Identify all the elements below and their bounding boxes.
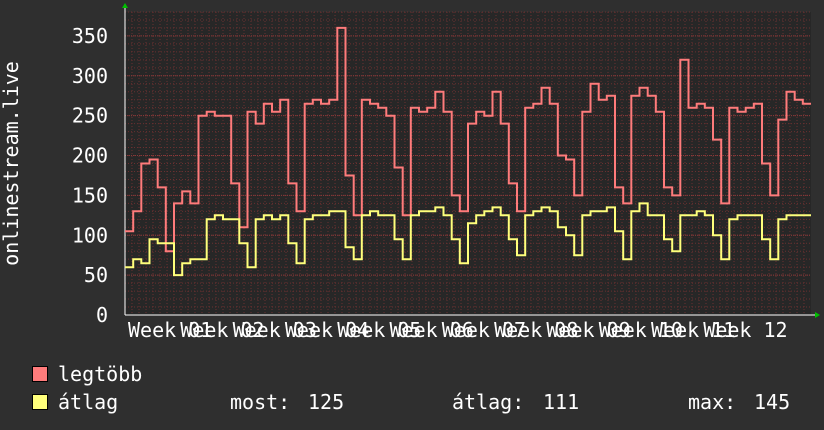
stat-max-value: 145 xyxy=(754,390,791,414)
stat-atlag-value: 111 xyxy=(543,390,580,414)
stat-max-label: max: xyxy=(688,390,737,414)
y-tick-label: 300 xyxy=(72,64,108,88)
stat-most-value: 125 xyxy=(308,390,345,414)
y-tick-label: 50 xyxy=(84,263,108,287)
y-tick-label: 0 xyxy=(96,303,108,327)
y-tick-label: 200 xyxy=(72,144,108,168)
chart-container: 0 50 100 150 200 250 300 350 onlinestream.live We… xyxy=(0,0,824,430)
x-tick-label: Week 12 xyxy=(703,318,787,342)
y-tick-label: 100 xyxy=(72,223,108,247)
stat-most-label: most: xyxy=(230,390,291,414)
x-axis-arrow xyxy=(815,312,820,318)
y-tick-label: 150 xyxy=(72,183,108,207)
legend-label-max: legtöbb xyxy=(58,362,143,386)
legend-swatch-max xyxy=(32,366,48,382)
legend-swatch-avg xyxy=(32,394,48,410)
legend-label-avg: átlag xyxy=(58,390,119,414)
y-tick-label: 350 xyxy=(72,24,108,48)
y-axis-arrow xyxy=(122,3,128,8)
y-tick-label: 250 xyxy=(72,104,108,128)
chart-svg: 0 50 100 150 200 250 300 350 onlinestream.live We… xyxy=(0,3,820,342)
y-axis-label: onlinestream.live xyxy=(0,61,23,266)
stat-atlag-label: átlag: xyxy=(452,390,525,414)
